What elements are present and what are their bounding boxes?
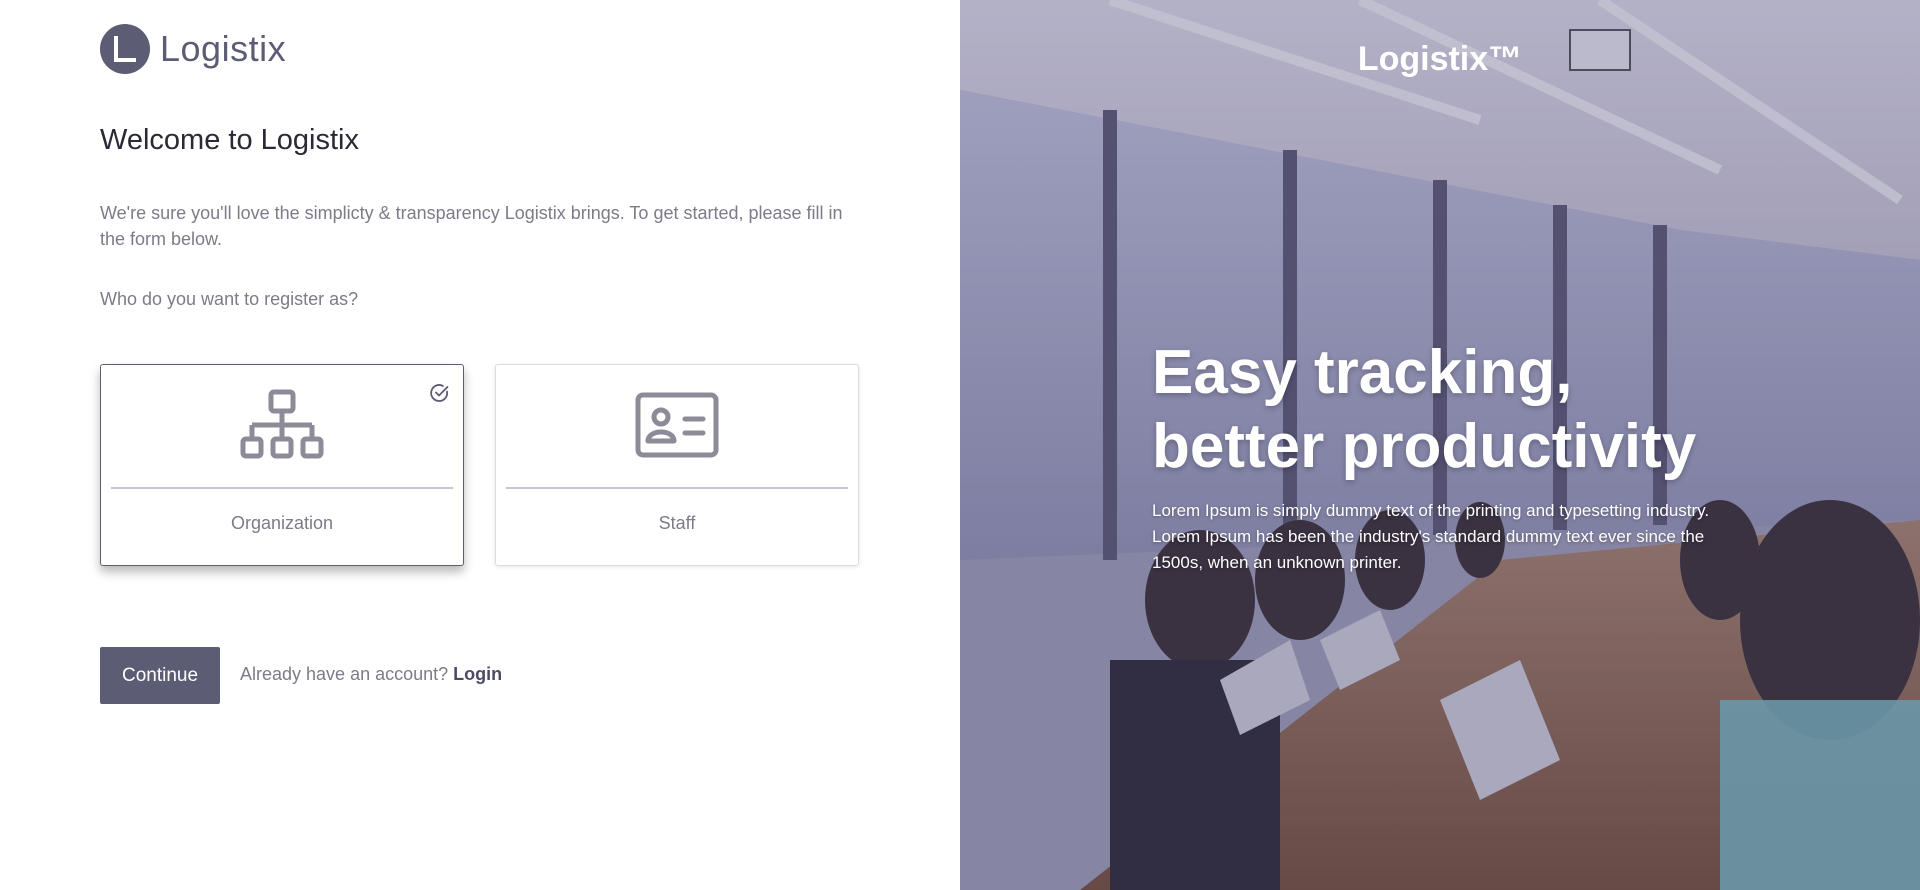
hero-headline: Easy tracking, better productivity [1152, 336, 1852, 484]
logo-mark-icon [100, 24, 150, 74]
option-card-organization[interactable]: Organization [100, 364, 464, 566]
card-divider [111, 487, 453, 489]
id-card-icon [635, 392, 719, 458]
hero-description: Lorem Ipsum is simply dummy text of the … [1152, 501, 1710, 572]
hero-panel: Logistix™ Easy tracking, better producti… [960, 0, 1920, 890]
logo: Logistix [100, 24, 286, 74]
intro-text: We're sure you'll love the simplicty & t… [100, 203, 843, 249]
role-question: Who do you want to register as? [100, 289, 359, 309]
option-label: Staff [658, 513, 696, 533]
login-prompt-text: Already have an account? [240, 664, 449, 684]
page-title: Welcome to Logistix [100, 124, 359, 156]
hero-headline-line1: Easy tracking, [1152, 338, 1573, 407]
card-divider [506, 487, 848, 489]
login-prompt: Already have an account? Login [240, 664, 502, 685]
login-link[interactable]: Login [453, 664, 502, 684]
org-chart-icon [240, 389, 324, 459]
logo-text: Logistix [160, 28, 287, 69]
option-label: Organization [230, 513, 334, 533]
hero-brand: Logistix™ [1357, 40, 1523, 78]
hero-headline-line2: better productivity [1152, 412, 1697, 481]
continue-button[interactable]: Continue [100, 647, 220, 704]
option-card-staff[interactable]: Staff [495, 364, 859, 566]
registration-panel: Logistix Welcome to Logistix We're sure … [0, 0, 960, 890]
